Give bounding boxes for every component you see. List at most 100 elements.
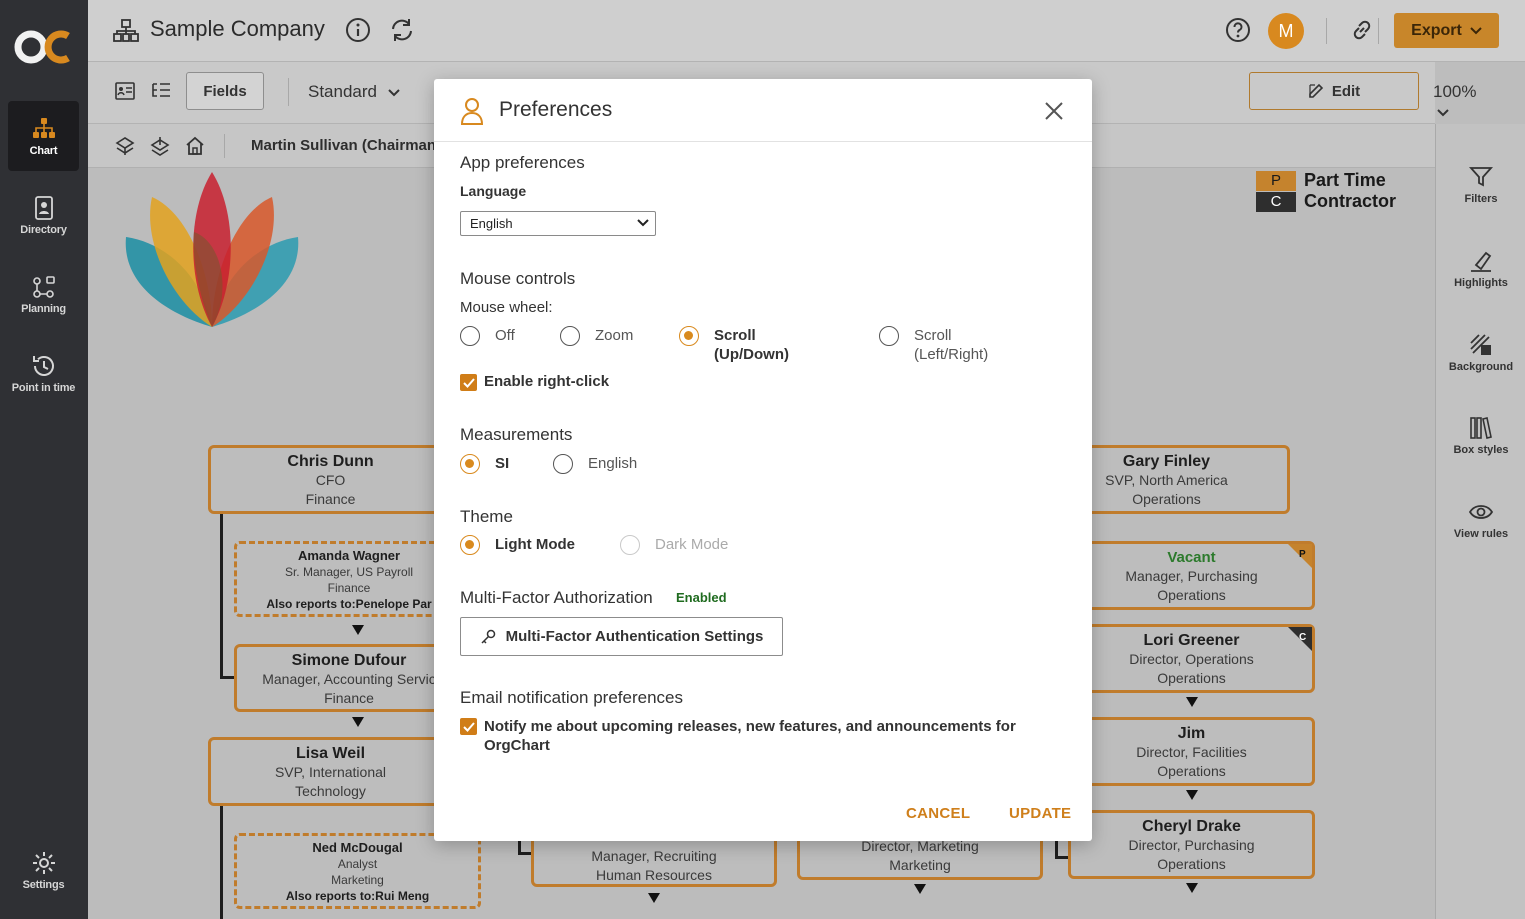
box-styles-tool[interactable]: Box styles — [1436, 415, 1525, 456]
wheel-scroll-horizontal-radio[interactable]: Scroll (Left/Right) — [879, 326, 988, 364]
theme-dark-radio: Dark Mode — [620, 535, 728, 555]
nav-directory[interactable]: Directory — [8, 180, 79, 250]
update-button[interactable]: UPDATE — [1009, 805, 1071, 822]
wheel-off-radio[interactable]: Off — [460, 326, 515, 346]
dialog-header: Preferences — [434, 79, 1092, 142]
wheel-zoom-radio[interactable]: Zoom — [560, 326, 633, 346]
checkbox-label: Notify me about upcoming releases, new f… — [484, 717, 1016, 755]
user-icon — [460, 98, 484, 125]
badge-code: C — [1299, 632, 1307, 643]
node-dept: Finance — [327, 581, 371, 595]
expand-arrow[interactable] — [914, 884, 926, 894]
info-icon[interactable] — [344, 16, 372, 44]
org-node[interactable]: P Vacant Manager, Purchasing Operations — [1068, 541, 1315, 610]
org-node[interactable]: Ned McDougal Analyst Marketing Also repo… — [234, 833, 481, 909]
list-view-icon[interactable] — [151, 82, 171, 100]
gear-icon — [32, 852, 55, 874]
nav-planning[interactable]: Planning — [8, 259, 79, 329]
expand-arrow[interactable] — [352, 717, 364, 727]
node-name: Chris Dunn — [287, 453, 374, 470]
node-title: Manager, Accounting Servic — [262, 671, 436, 687]
node-name: Ned McDougal — [312, 840, 403, 855]
legend-code: C — [1256, 191, 1296, 212]
highlights-tool[interactable]: Highlights — [1436, 248, 1525, 289]
wheel-scroll-vertical-radio[interactable]: Scroll (Up/Down) — [679, 326, 789, 364]
language-select[interactable]: English — [460, 211, 656, 236]
planning-icon — [32, 276, 55, 298]
view-rules-tool[interactable]: View rules — [1436, 499, 1525, 540]
org-node[interactable]: Simone Dufour Manager, Accounting Servic… — [234, 644, 464, 712]
node-name: Cheryl Drake — [1142, 818, 1241, 835]
background-tool[interactable]: Background — [1436, 332, 1525, 373]
zoom-label: 100% — [1433, 82, 1477, 101]
measurement-si-radio[interactable]: SI — [460, 454, 509, 474]
nav-settings[interactable]: Settings — [8, 835, 79, 905]
cancel-button[interactable]: CANCEL — [906, 805, 970, 822]
export-button[interactable]: Export — [1394, 13, 1499, 48]
fields-button[interactable]: Fields — [186, 72, 264, 110]
expand-levels-icon[interactable] — [114, 135, 136, 157]
nav-chart[interactable]: Chart — [8, 101, 79, 171]
enable-right-click-checkbox[interactable]: Enable right-click — [460, 373, 609, 391]
org-node[interactable]: Cheryl Drake Director, Purchasing Operat… — [1068, 810, 1315, 879]
org-node[interactable]: C Lori Greener Director, Operations Oper… — [1068, 624, 1315, 693]
filter-icon — [1468, 167, 1494, 187]
view-select[interactable]: Standard — [308, 82, 400, 102]
preferences-dialog: Preferences App preferences Language Eng… — [434, 79, 1092, 841]
expand-arrow[interactable] — [1186, 790, 1198, 800]
node-extra: Also reports to:Penelope Par — [266, 597, 432, 611]
node-dept: Operations — [1157, 763, 1226, 779]
node-dept: Operations — [1157, 856, 1226, 872]
node-dept: Operations — [1157, 670, 1226, 686]
history-icon — [32, 356, 54, 376]
card-view-icon[interactable] — [115, 82, 135, 100]
mfa-heading: Multi-Factor Authorization — [460, 588, 653, 607]
radio-label-sub: (Up/Down) — [714, 346, 789, 363]
connector-line — [518, 852, 532, 855]
measurements-heading: Measurements — [460, 425, 573, 444]
breadcrumb[interactable]: Martin Sullivan (Chairman — [251, 137, 436, 154]
theme-light-radio[interactable]: Light Mode — [460, 535, 575, 555]
expand-arrow[interactable] — [352, 625, 364, 635]
org-node[interactable]: Chris Dunn CFO Finance — [208, 445, 453, 514]
close-icon[interactable] — [1043, 100, 1065, 122]
notify-checkbox[interactable]: Notify me about upcoming releases, new f… — [460, 717, 1060, 755]
measurement-english-radio[interactable]: English — [553, 454, 637, 474]
check-icon — [462, 721, 475, 732]
org-node[interactable]: Lisa Weil SVP, International Technology — [208, 737, 453, 806]
top-bar: Sample Company M Export — [88, 0, 1525, 62]
badge-code: P — [1299, 549, 1306, 560]
node-title: Director, Facilities — [1136, 744, 1247, 760]
divider — [288, 78, 289, 106]
language-label: Language — [460, 183, 527, 199]
expand-arrow[interactable] — [648, 893, 660, 903]
org-node[interactable]: Amanda Wagner Sr. Manager, US Payroll Fi… — [234, 541, 464, 617]
refresh-icon[interactable] — [388, 16, 416, 44]
collapse-levels-icon[interactable] — [149, 135, 171, 157]
orgchart-logo[interactable] — [14, 26, 74, 68]
node-dept: Technology — [295, 783, 366, 799]
nav-point-in-time[interactable]: Point in time — [8, 338, 79, 408]
expand-arrow[interactable] — [1186, 697, 1198, 707]
org-node[interactable]: Jim Director, Facilities Operations — [1068, 717, 1315, 786]
expand-arrow[interactable] — [1186, 883, 1198, 893]
connector-line — [220, 513, 223, 678]
filters-tool[interactable]: Filters — [1436, 164, 1525, 205]
home-icon[interactable] — [184, 135, 206, 157]
connector-line — [1055, 856, 1068, 859]
chevron-down-icon — [1437, 109, 1449, 117]
user-avatar[interactable]: M — [1268, 13, 1304, 49]
link-icon[interactable] — [1348, 16, 1376, 44]
help-icon[interactable] — [1224, 16, 1252, 44]
node-title: SVP, International — [274, 764, 387, 780]
node-dept: Finance — [324, 690, 374, 706]
radio-label: English — [588, 455, 638, 472]
node-name: Lori Greener — [1143, 632, 1240, 649]
node-dept: Finance — [305, 491, 356, 507]
edit-button[interactable]: Edit — [1249, 72, 1419, 110]
mfa-settings-button[interactable]: Multi-Factor Authentication Settings — [460, 617, 783, 656]
node-title: CFO — [315, 472, 346, 488]
zoom-select[interactable]: 100% — [1433, 82, 1476, 122]
app-preferences-heading: App preferences — [460, 153, 585, 172]
nav-point-in-time-label: Point in time — [11, 382, 76, 394]
